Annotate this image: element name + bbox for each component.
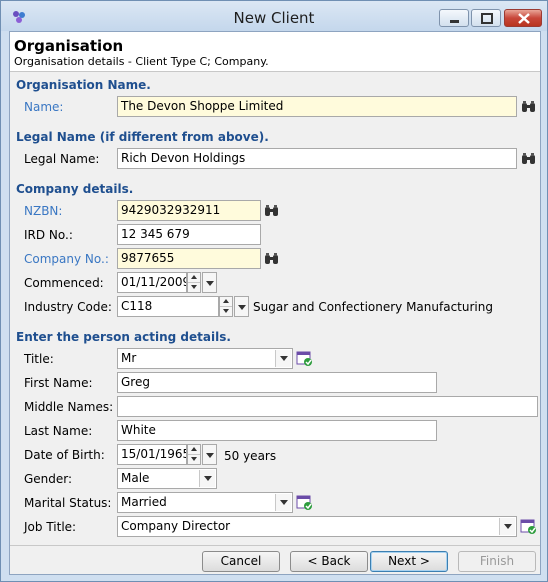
company-no-label: Company No.: — [24, 252, 109, 266]
job-title-select[interactable]: Company Director — [117, 516, 517, 537]
title-bar: New Client — [1, 1, 547, 31]
first-name-field[interactable]: Greg — [117, 372, 437, 393]
industry-code-field[interactable]: C118 — [117, 296, 219, 317]
company-no-field[interactable]: 9877655 — [117, 248, 261, 269]
maximize-button[interactable] — [471, 9, 501, 27]
first-name-label: First Name: — [24, 376, 93, 390]
name-field[interactable]: The Devon Shoppe Limited — [117, 96, 517, 117]
binoculars-icon[interactable] — [263, 250, 281, 268]
next-button[interactable]: Next > — [370, 551, 448, 572]
legal-name-field[interactable]: Rich Devon Holdings — [117, 148, 517, 169]
finish-button[interactable]: Finish — [458, 551, 536, 572]
binoculars-icon[interactable] — [263, 202, 281, 220]
chevron-down-icon[interactable] — [275, 494, 291, 511]
cancel-button[interactable]: Cancel — [202, 551, 280, 572]
gender-label: Gender: — [24, 472, 73, 486]
list-edit-icon[interactable] — [296, 350, 314, 368]
age-text: 50 years — [224, 449, 277, 463]
dob-date-field[interactable]: 15/01/1965 — [117, 444, 187, 465]
minimize-button[interactable] — [439, 9, 469, 27]
nzbn-field[interactable]: 9429032932911 — [117, 200, 261, 221]
industry-code-dropdown[interactable] — [234, 296, 249, 317]
name-label: Name: — [24, 100, 64, 114]
page-subtitle: Organisation details - Client Type C; Co… — [14, 55, 269, 68]
industry-description: Sugar and Confectionery Manufacturing — [253, 300, 493, 314]
gender-select[interactable]: Male — [117, 468, 217, 489]
job-title-label: Job Title: — [24, 520, 77, 534]
title-select[interactable]: Mr — [117, 348, 293, 369]
page-title: Organisation — [14, 37, 124, 55]
section-legal-name: Legal Name (if different from above). — [16, 130, 269, 144]
section-organisation-name: Organisation Name. — [16, 78, 151, 92]
binoculars-icon[interactable] — [520, 150, 538, 168]
title-label: Title: — [24, 352, 54, 366]
ird-field[interactable]: 12 345 679 — [117, 224, 261, 245]
button-bar-separator — [10, 545, 540, 546]
marital-status-select[interactable]: Married — [117, 492, 293, 513]
section-company-details: Company details. — [16, 182, 134, 196]
list-edit-icon[interactable] — [296, 494, 314, 512]
job-title-value: Company Director — [121, 519, 231, 533]
middle-names-field[interactable] — [117, 396, 538, 417]
marital-status-value: Married — [121, 495, 167, 509]
commenced-calendar-dropdown[interactable] — [202, 272, 217, 293]
dob-calendar-dropdown[interactable] — [202, 444, 217, 465]
commenced-label: Commenced: — [24, 276, 104, 290]
ird-label: IRD No.: — [24, 228, 73, 242]
title-select-value: Mr — [121, 351, 137, 365]
legal-name-label: Legal Name: — [24, 152, 100, 166]
middle-names-label: Middle Names: — [24, 400, 114, 414]
chevron-down-icon[interactable] — [275, 350, 291, 367]
chevron-down-icon[interactable] — [499, 518, 515, 535]
commenced-date-field[interactable]: 01/11/2009 — [117, 272, 187, 293]
close-button[interactable] — [504, 9, 542, 27]
gender-select-value: Male — [121, 471, 150, 485]
marital-status-label: Marital Status: — [24, 496, 112, 510]
list-edit-icon[interactable] — [520, 518, 538, 536]
last-name-field[interactable]: White — [117, 420, 437, 441]
nzbn-label: NZBN: — [24, 204, 63, 218]
dob-label: Date of Birth: — [24, 448, 105, 462]
industry-code-spin-button[interactable] — [219, 296, 233, 317]
section-person-acting: Enter the person acting details. — [16, 330, 231, 344]
page-header: Organisation Organisation details - Clie… — [10, 32, 540, 72]
industry-code-label: Industry Code: — [24, 300, 112, 314]
back-button[interactable]: < Back — [290, 551, 368, 572]
commenced-spin-button[interactable] — [187, 272, 201, 293]
chevron-down-icon[interactable] — [199, 470, 215, 487]
dob-spin-button[interactable] — [187, 444, 201, 465]
new-client-window: New Client Organisation Organisation det… — [0, 0, 548, 582]
last-name-label: Last Name: — [24, 424, 93, 438]
dialog-client-area: Organisation Organisation details - Clie… — [9, 31, 541, 575]
binoculars-icon[interactable] — [520, 98, 538, 116]
